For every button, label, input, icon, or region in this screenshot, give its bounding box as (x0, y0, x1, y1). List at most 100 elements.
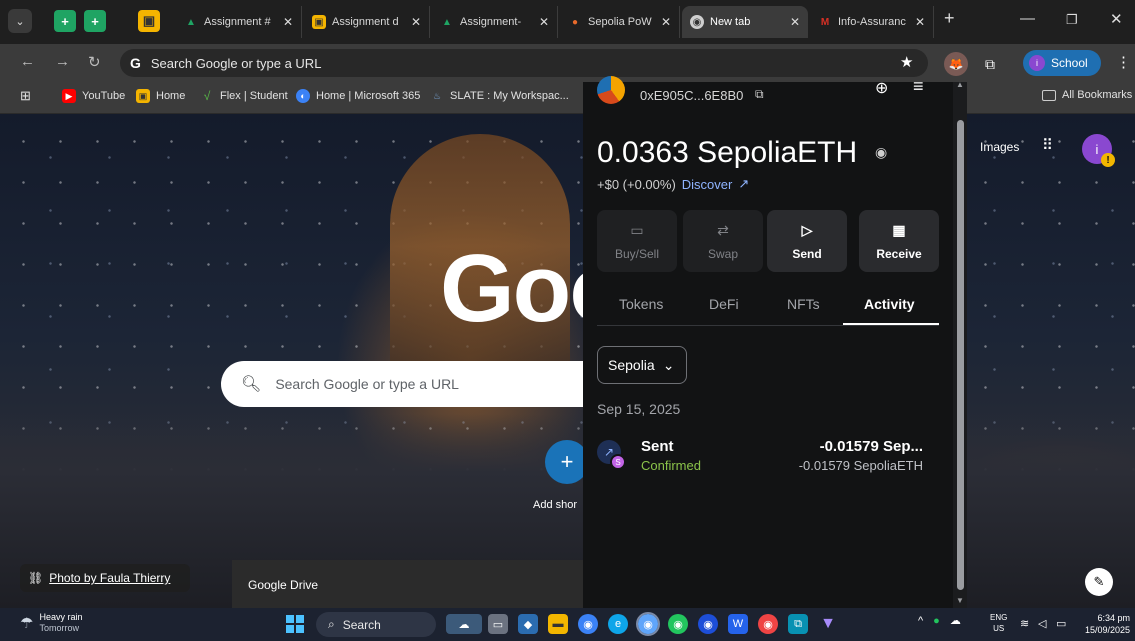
network-filter-dropdown[interactable]: Sepolia ⌄ (597, 346, 687, 384)
taskbar-clock[interactable]: 6:34 pm 15/09/2025 (1078, 612, 1130, 636)
tab-assignment-3[interactable]: ▲ Assignment- ✕ (432, 6, 558, 38)
store-icon[interactable]: ⧉ (788, 614, 808, 634)
apps-grid-icon[interactable]: ⊞ (20, 88, 31, 104)
pinned-tab-classroom[interactable]: ▣ (138, 10, 160, 32)
new-tab-button[interactable]: + (944, 8, 955, 29)
activity-date: Sep 15, 2025 (597, 401, 681, 417)
chrome-icon: ◉ (690, 15, 704, 29)
onedrive-icon[interactable]: ☁ (950, 614, 961, 627)
forward-icon[interactable]: → (55, 53, 70, 70)
copy-icon[interactable]: ⧉ (755, 87, 764, 102)
window-close-icon[interactable]: ✕ (1110, 10, 1123, 28)
tab-defi[interactable]: DeFi (709, 296, 739, 312)
tab-search-button[interactable]: ⌄ (8, 9, 32, 33)
chrome-icon[interactable]: ◉ (578, 614, 598, 634)
send-button[interactable]: ▷ Send (767, 210, 847, 272)
account-avatar-icon[interactable] (597, 76, 625, 104)
battery-icon[interactable]: ▭ (1056, 617, 1066, 630)
word-icon[interactable]: W (728, 614, 748, 634)
discover-link[interactable]: Discover (682, 177, 733, 192)
close-icon[interactable]: ✕ (411, 15, 421, 29)
chevron-down-icon: ⌄ (662, 356, 675, 373)
minimize-icon[interactable]: — (1020, 10, 1035, 27)
link-icon: ⛓ (28, 571, 44, 585)
restore-icon[interactable]: ❐ (1066, 12, 1078, 28)
tab-tokens[interactable]: Tokens (619, 296, 663, 312)
task-view-icon[interactable]: ▭ (488, 614, 508, 634)
back-icon[interactable]: ← (20, 53, 35, 70)
pinned-tab-sheets[interactable]: + (54, 10, 76, 32)
windows-start-icon[interactable] (286, 615, 304, 633)
tray-app-icon[interactable]: ● (933, 615, 940, 627)
tray-chevron-icon[interactable]: ^ (918, 615, 923, 627)
profile-button[interactable]: i School (1023, 50, 1101, 76)
address-bar-text: Search Google or type a URL (150, 55, 322, 71)
system-tray: ^ ● ☁ (918, 614, 961, 628)
vpn-icon[interactable]: ▼ (818, 614, 838, 634)
scroll-thumb[interactable] (957, 120, 964, 590)
tab-new-tab[interactable]: ◉ New tab ✕ (682, 6, 808, 38)
close-icon[interactable]: ✕ (915, 15, 925, 29)
close-icon[interactable]: ✕ (790, 15, 800, 29)
address-bar[interactable]: G Search Google or type a URL (120, 49, 928, 77)
bookmark-star-icon[interactable]: ★ (900, 53, 913, 71)
chrome-profile-2-icon[interactable]: ◉ (668, 614, 688, 634)
photo-credit[interactable]: ⛓ Photo by Faula Thierry (20, 564, 190, 592)
reload-icon[interactable]: ↻ (88, 53, 101, 71)
customize-pencil-icon[interactable]: ✎ (1085, 568, 1113, 596)
scroll-up-icon[interactable]: ▲ (956, 80, 964, 89)
copilot-icon[interactable]: ◆ (518, 614, 538, 634)
all-bookmarks[interactable]: All Bookmarks (1042, 89, 1132, 101)
close-icon[interactable]: ✕ (283, 15, 293, 29)
chrome-profile-3-icon[interactable]: ◉ (698, 614, 718, 634)
google-apps-icon[interactable]: ⠿ (1042, 136, 1053, 154)
popup-scrollbar[interactable]: ▲ ▼ (953, 80, 967, 608)
eye-icon[interactable]: ◉ (875, 144, 887, 161)
profile-avatar: i (1029, 55, 1045, 71)
bookmark-m365[interactable]: ◐ Home | Microsoft 365 (296, 89, 420, 103)
weather-sub: Tomorrow (39, 623, 79, 633)
google-drive-card[interactable]: Google Drive (232, 560, 584, 608)
transaction-row[interactable]: ↗ S Sent Confirmed -0.01579 Sep... -0.01… (597, 434, 947, 480)
action-label: Receive (876, 246, 922, 261)
tab-activity[interactable]: Activity (864, 296, 915, 312)
external-link-icon[interactable]: ↗ (738, 176, 749, 192)
receive-button[interactable]: ▦ Receive (859, 210, 939, 272)
chrome-profile-icon[interactable]: ◉ (636, 612, 660, 636)
file-explorer-icon[interactable]: ▬ (548, 614, 568, 634)
tab-assignment-2[interactable]: ▣ Assignment d ✕ (304, 6, 430, 38)
scroll-down-icon[interactable]: ▼ (956, 596, 964, 605)
hamburger-menu-icon[interactable]: ≡ (913, 76, 924, 97)
metamask-extension-icon[interactable]: 🦊 (944, 52, 968, 76)
account-address[interactable]: 0xE905C...6E8B0 (640, 88, 743, 103)
swap-button[interactable]: ⇄ Swap (683, 210, 763, 272)
globe-icon[interactable]: ⊕ (875, 78, 888, 98)
close-icon[interactable]: ✕ (539, 15, 549, 29)
tab-gmail[interactable]: M Info-Assuranc ✕ (810, 6, 934, 38)
close-icon[interactable]: ✕ (661, 15, 671, 29)
bookmark-flex[interactable]: √ Flex | Student (200, 89, 288, 103)
volume-icon[interactable]: ◁ (1038, 617, 1046, 630)
widgets-icon[interactable]: ☁ (446, 614, 482, 634)
language-indicator[interactable]: ENG US (990, 612, 1007, 634)
images-link[interactable]: Images (980, 140, 1019, 154)
extensions-puzzle-icon[interactable]: ⧉ (978, 52, 1002, 76)
weather-widget[interactable]: ☂ Heavy rain Tomorrow (20, 612, 82, 634)
chrome-profile-4-icon[interactable]: ◉ (758, 614, 778, 634)
ntp-search-box[interactable]: 🔍︎ Search Google or type a URL (221, 361, 621, 407)
bookmark-youtube[interactable]: ▶ YouTube (62, 89, 125, 103)
taskbar-search[interactable]: ⌕ Search (316, 612, 436, 637)
bookmark-slate[interactable]: ♨ SLATE : My Workspac... (430, 89, 569, 103)
edge-icon[interactable]: e (608, 614, 628, 634)
action-label: Send (792, 246, 822, 261)
account-avatar[interactable]: i ! (1082, 134, 1115, 167)
wifi-icon[interactable]: ≋ (1020, 617, 1029, 630)
drive-card-title: Google Drive (248, 578, 319, 592)
pinned-tab-sheets-2[interactable]: + (84, 10, 106, 32)
tab-nfts[interactable]: NFTs (787, 296, 820, 312)
tab-sepolia-faucet[interactable]: ● Sepolia PoW ✕ (560, 6, 680, 38)
bookmark-home[interactable]: ▣ Home (136, 89, 185, 103)
tab-assignment-1[interactable]: ▲ Assignment # ✕ (176, 6, 302, 38)
kebab-menu-icon[interactable]: ⋮ (1116, 53, 1131, 71)
buy-sell-button[interactable]: ▭ Buy/Sell (597, 210, 677, 272)
